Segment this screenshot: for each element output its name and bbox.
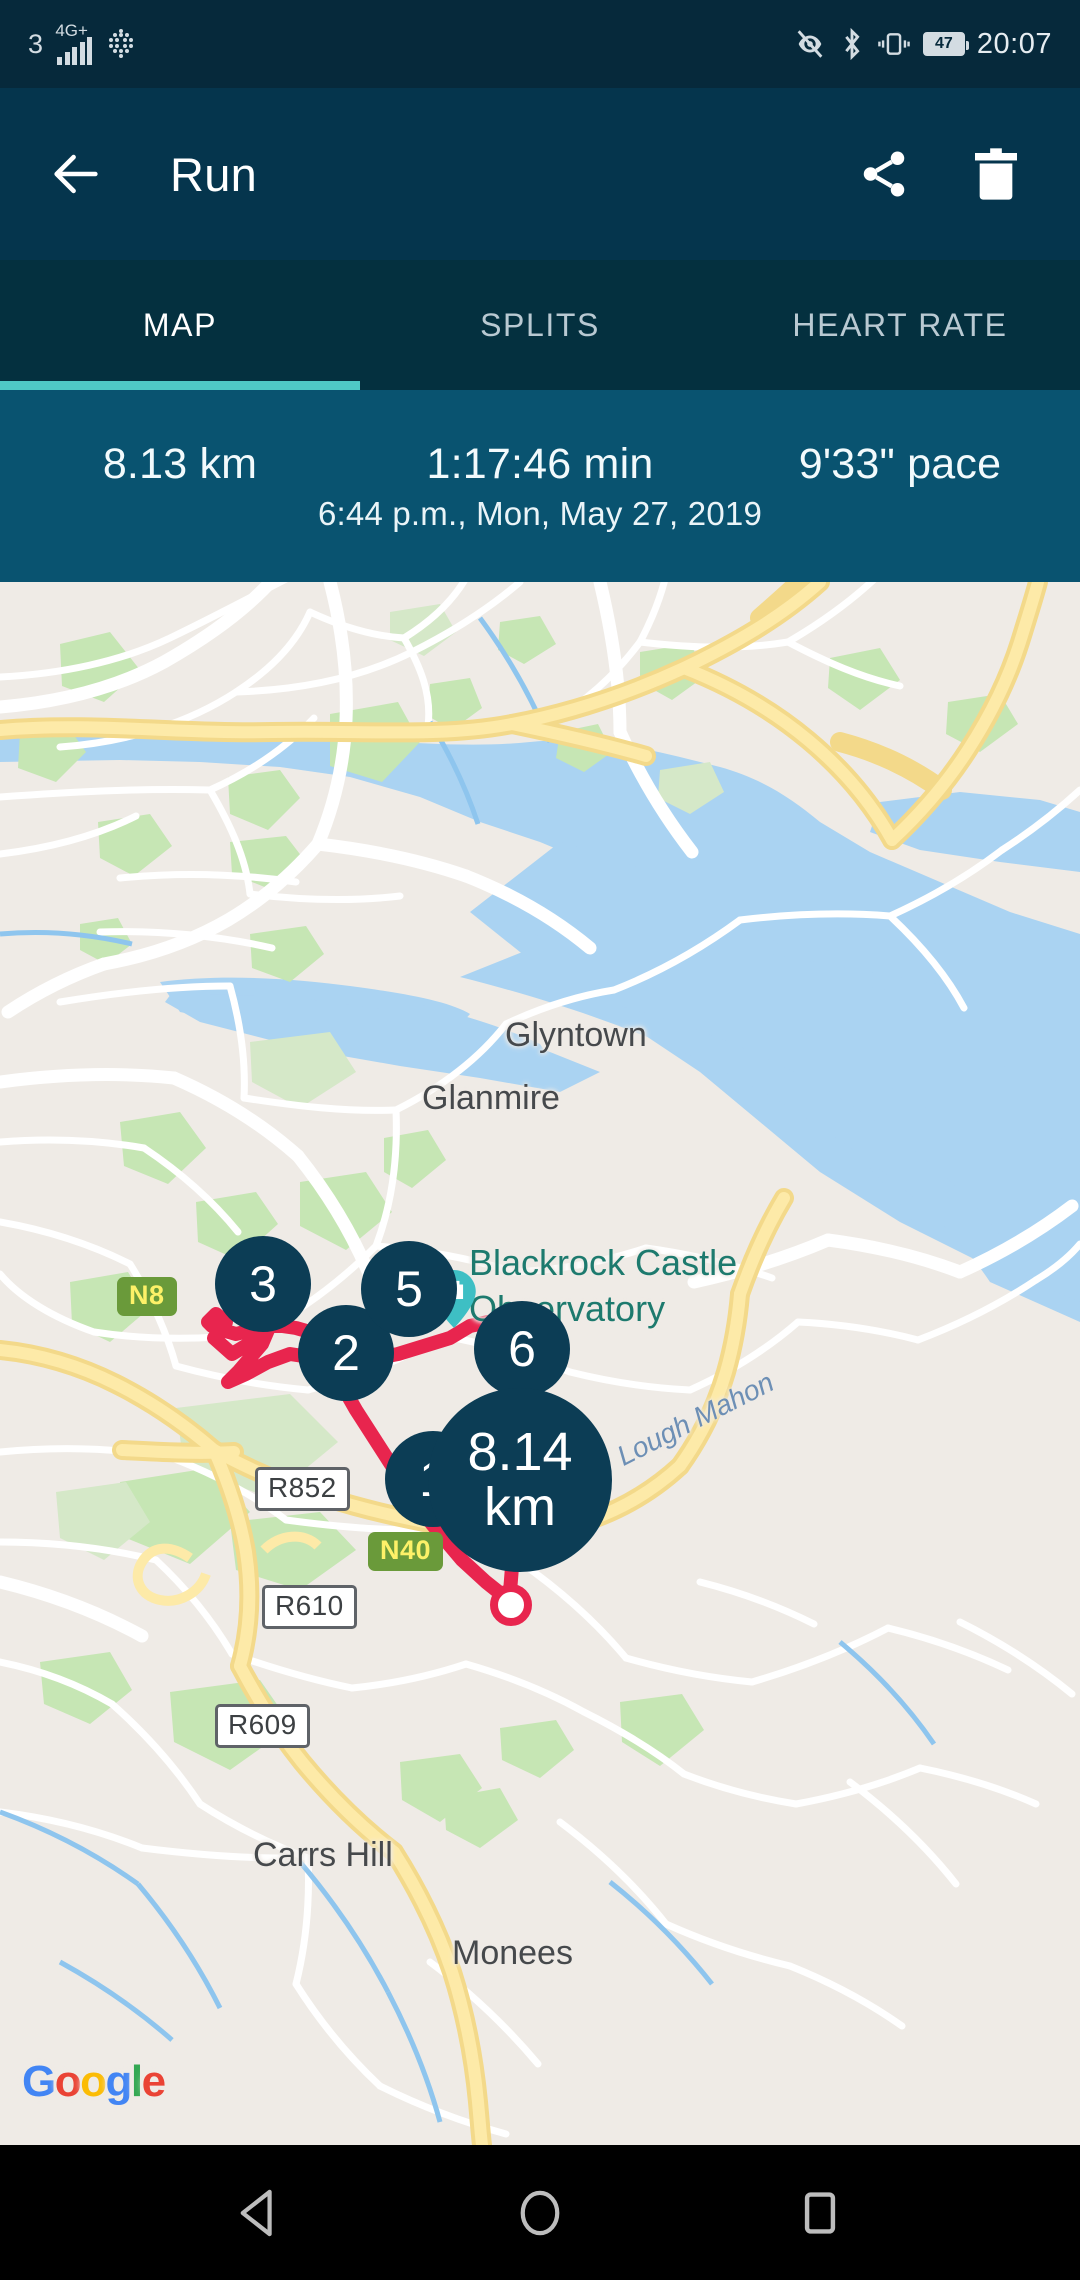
total-distance-unit: km <box>484 1477 556 1537</box>
highway-shield-n8: N8 <box>117 1277 177 1316</box>
split-marker-5[interactable]: 5 <box>361 1241 457 1337</box>
eye-off-icon <box>797 30 823 58</box>
clock-label: 20:07 <box>976 27 1052 60</box>
nav-recents-square-icon <box>804 2191 836 2234</box>
road-shield-r852: R852 <box>255 1467 350 1511</box>
stat-duration: 1:17:46 min <box>426 439 654 488</box>
nav-recents-button[interactable] <box>775 2168 865 2258</box>
google-attribution: Google <box>22 2057 166 2107</box>
stat-datetime: 6:44 p.m., Mon, May 27, 2019 <box>317 494 762 532</box>
split-marker-6[interactable]: 6 <box>474 1301 570 1397</box>
status-bar-left: 3 4G+ <box>28 21 138 65</box>
delete-button[interactable] <box>948 126 1044 222</box>
stat-distance: 8.13 km <box>102 439 258 488</box>
tab-bar: MAP SPLITS HEART RATE <box>0 260 1080 390</box>
road-shield-r610: R610 <box>262 1585 357 1629</box>
tab-map-label: MAP <box>142 306 218 343</box>
nav-back-triangle-icon <box>240 2189 272 2236</box>
google-letter-o2: o <box>80 2057 107 2106</box>
split-marker-6-label: 6 <box>508 1320 536 1377</box>
route-endpoint-marker <box>490 1584 532 1626</box>
carrier-label: 3 <box>28 28 44 59</box>
road-shield-r609: R609 <box>215 1704 310 1748</box>
page-title: Run <box>170 147 258 201</box>
android-nav-bar <box>0 2145 1080 2280</box>
tab-heart-rate-label: HEART RATE <box>792 306 1008 343</box>
nav-back-button[interactable] <box>215 2168 305 2258</box>
split-marker-5-label: 5 <box>395 1260 423 1317</box>
status-bar: 3 4G+ 47 20:07 <box>0 0 1080 88</box>
google-letter-e: e <box>141 2057 166 2106</box>
total-distance-marker[interactable]: 8.14 km <box>428 1388 612 1572</box>
run-detail-screen: 3 4G+ 47 20:07 Run MAP SPLITS HEART RATE… <box>0 0 1080 2280</box>
map-canvas[interactable]: Glyntown Glanmire Blackrock Castle Obser… <box>0 582 1080 2145</box>
arrow-left-icon <box>54 154 98 194</box>
nav-home-button[interactable] <box>495 2168 585 2258</box>
nav-home-circle-icon <box>520 2190 560 2235</box>
summary-stats-bar: 8.13 km 1:17:46 min 9'33" pace 6:44 p.m.… <box>0 390 1080 582</box>
tab-map[interactable]: MAP <box>0 260 360 390</box>
network-type-label: 4G+ <box>55 21 88 40</box>
split-marker-3-label: 3 <box>249 1255 277 1312</box>
trash-icon <box>975 148 1017 200</box>
back-button[interactable] <box>28 126 124 222</box>
status-bar-right: 47 20:07 <box>793 27 1052 61</box>
share-icon <box>863 151 905 197</box>
split-marker-3[interactable]: 3 <box>215 1236 311 1332</box>
nfc-dots-icon <box>109 29 134 58</box>
split-marker-2-label: 2 <box>332 1324 360 1381</box>
vibrate-icon <box>878 33 910 55</box>
total-distance-value: 8.14 <box>467 1421 573 1482</box>
google-letter-g2: g <box>105 2057 133 2106</box>
stats-row: 8.13 km 1:17:46 min 9'33" pace <box>0 440 1080 489</box>
stat-pace: 9'33" pace <box>798 439 1002 488</box>
google-letter-g1: G <box>22 2057 56 2106</box>
battery-icon: 47 <box>922 32 969 56</box>
google-letter-o1: o <box>54 2057 82 2106</box>
tab-splits[interactable]: SPLITS <box>360 260 720 390</box>
bluetooth-icon <box>845 27 860 61</box>
tab-heart-rate[interactable]: HEART RATE <box>720 260 1080 390</box>
battery-level-label: 47 <box>924 34 963 54</box>
tab-splits-label: SPLITS <box>480 306 600 343</box>
signal-bars-icon: 4G+ <box>55 21 93 65</box>
google-letter-l: l <box>130 2057 143 2106</box>
share-button[interactable] <box>836 126 932 222</box>
app-bar: Run <box>0 88 1080 260</box>
